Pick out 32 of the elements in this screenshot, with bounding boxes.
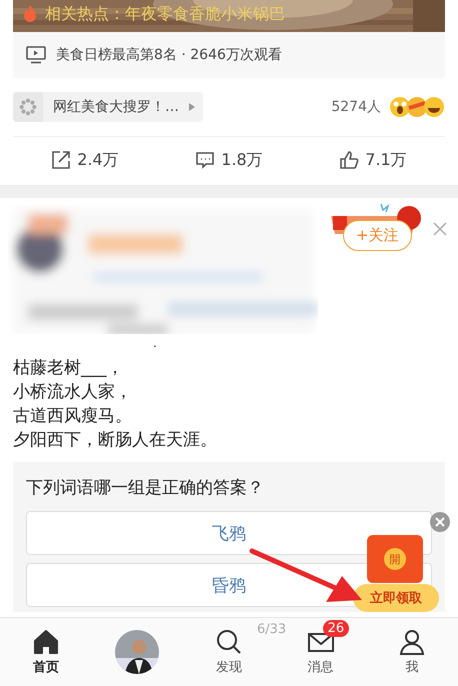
unread-badge: 26 [322,620,350,637]
tab[interactable]: 我 [390,628,434,676]
me-icon [398,628,426,656]
video-stats-text: 美食日榜最高第8名 · 2646万次观看 [56,46,282,64]
tab[interactable]: 发现 [206,628,251,676]
close-icon[interactable] [430,512,450,532]
poem-line: 古道西风瘦马。 [13,405,133,428]
emoji-reactions-icon[interactable] [389,96,445,118]
poem-line: 夕阳西下，断肠人在天涯。 [13,429,218,452]
share-button[interactable]: 2.4万 [47,146,123,174]
profile-avatar-tab[interactable] [115,630,160,674]
share-icon [51,150,72,170]
seal-badge: 開 [384,548,406,570]
page-counter: 6/33 [256,622,286,637]
comment-icon [195,150,216,170]
dots-icon [19,98,37,116]
video-icon [26,46,46,64]
thumbs-up-icon [339,150,360,170]
dot-mark: . [153,336,157,350]
home-icon [32,628,60,656]
reaction-count: 5274人 [331,98,381,116]
topic-chip[interactable]: 网红美食大搜罗！… [13,92,203,122]
comment-button[interactable]: 1.8万 [191,146,267,174]
caret-icon [189,103,195,111]
flame-icon [23,5,37,23]
poem-line: 小桥流水人家， [13,381,133,404]
poem-line: 枯藤老树___， [13,357,124,380]
discover-icon [214,628,243,656]
tab[interactable]: 首页 [24,628,68,676]
like-button[interactable]: 7.1万 [335,146,411,174]
quiz-question: 下列词语哪一组是正确的答案？ [26,477,265,499]
answer-option[interactable]: 飞鸦 [26,511,432,555]
